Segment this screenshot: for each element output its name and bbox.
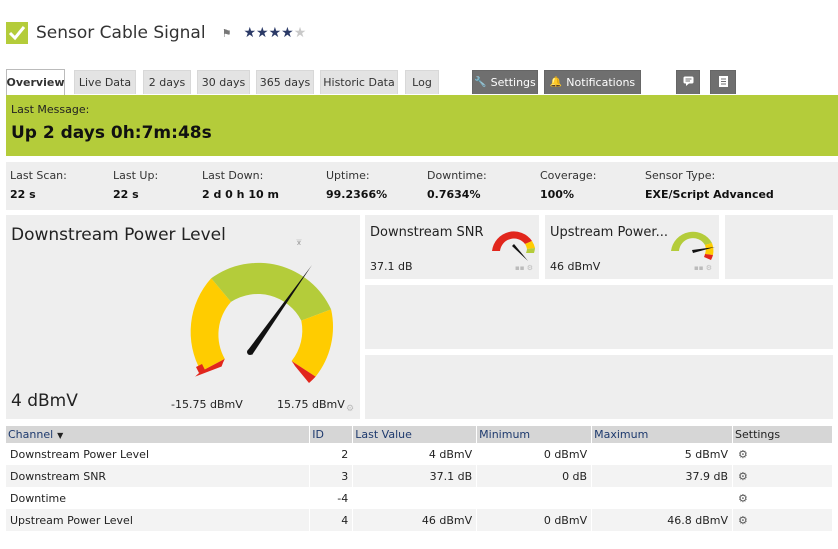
last-message-panel: Last Message: Up 2 days 0h:7m:48s (6, 95, 838, 156)
cell-channel[interactable]: Downtime (6, 487, 311, 509)
gauge-panel-downstream-snr[interactable]: Downstream SNR 37.1 dB ▪▪ ⚙ (365, 215, 539, 279)
stat-downtime: Downtime: 0.7634% (427, 169, 487, 201)
star-icon[interactable]: ★ (281, 25, 294, 41)
gauge-min-label: -15.75 dBmV (171, 398, 243, 411)
gauge-upstream-power: ▪▪ ⚙ (671, 231, 715, 272)
column-header-channel[interactable]: Channel ▼ (6, 426, 311, 443)
channel-settings-icon[interactable]: ⚙ (732, 465, 833, 487)
cell-id: 2 (309, 443, 354, 465)
cell-id: 3 (309, 465, 354, 487)
history-button[interactable] (710, 70, 736, 94)
stat-last-up: Last Up: 22 s (113, 169, 159, 201)
gauge-panel-empty (365, 285, 833, 349)
cell-channel[interactable]: Downstream Power Level (6, 443, 311, 465)
table-header-row: Channel ▼ ID Last Value Minimum Maximum S… (6, 426, 833, 443)
column-header-settings: Settings (732, 426, 833, 443)
star-icon[interactable]: ★ (256, 25, 269, 41)
cell-minimum: 0 dB (476, 465, 593, 487)
cell-channel[interactable]: Downstream SNR (6, 465, 311, 487)
page-title: Sensor Cable Signal (36, 23, 206, 43)
column-header-last-value[interactable]: Last Value (352, 426, 478, 443)
stat-coverage: Coverage: 100% (540, 169, 597, 201)
gauge-max-label: 15.75 dBmV (277, 398, 345, 411)
last-message-label: Last Message: (11, 103, 90, 116)
tab-log[interactable]: Log (405, 70, 439, 94)
gauge-value: 37.1 dB (370, 260, 413, 273)
cell-last-value: 37.1 dB (352, 465, 478, 487)
svg-text:▪▪ ⚙: ▪▪ ⚙ (694, 264, 712, 272)
cell-id: -4 (309, 487, 354, 509)
tab-30-days[interactable]: 30 days (197, 70, 250, 94)
stat-last-down: Last Down: 2 d 0 h 10 m (202, 169, 279, 201)
gauge-title: Upstream Power... (550, 225, 668, 240)
column-header-id[interactable]: ID (309, 426, 354, 443)
gauge-title: Downstream SNR (370, 225, 484, 240)
comment-icon (683, 76, 694, 89)
table-row: Downstream SNR 3 37.1 dB 0 dB 37.9 dB ⚙ (6, 465, 833, 487)
cell-maximum: 5 dBmV (591, 443, 733, 465)
cell-last-value (352, 487, 478, 509)
gauge-downstream-power: x (190, 239, 334, 383)
gauge-value: 46 dBmV (550, 260, 601, 273)
wrench-icon: 🔧 (474, 77, 487, 88)
table-row: Upstream Power Level 4 46 dBmV 0 dBmV 46… (6, 509, 833, 531)
tab-notifications[interactable]: 🔔 Notifications (544, 70, 641, 94)
star-icon[interactable]: ★ (243, 25, 256, 41)
sort-down-icon: ▼ (57, 431, 64, 440)
check-icon (6, 22, 28, 44)
channel-settings-icon[interactable]: ⚙ (732, 509, 833, 531)
tab-bar: Overview Live Data 2 days 30 days 365 da… (6, 69, 838, 95)
star-icon[interactable]: ★ (294, 25, 307, 41)
flag-icon[interactable]: ⚑ (222, 27, 232, 40)
tab-overview[interactable]: Overview (6, 69, 65, 95)
gauge-panel-downstream-power[interactable]: Downstream Power Level x 4 dBmV -15.75 d… (6, 215, 360, 419)
comments-button[interactable] (676, 70, 700, 94)
cell-id: 4 (309, 509, 354, 531)
cell-last-value: 4 dBmV (352, 443, 478, 465)
channel-settings-icon[interactable]: ⚙ (732, 443, 833, 465)
gauge-value: 4 dBmV (11, 391, 78, 411)
cell-maximum: 37.9 dB (591, 465, 733, 487)
gauge-settings-icon[interactable]: ⚙ (346, 404, 354, 414)
tab-2-days[interactable]: 2 days (143, 70, 191, 94)
gauge-downstream-snr: ▪▪ ⚙ (492, 231, 535, 272)
list-icon (718, 75, 728, 90)
column-header-minimum[interactable]: Minimum (476, 426, 593, 443)
stat-uptime: Uptime: 99.2366% (326, 169, 388, 201)
channel-settings-icon[interactable]: ⚙ (732, 487, 833, 509)
tab-historic-data[interactable]: Historic Data (320, 70, 398, 94)
table-row: Downtime -4 ⚙ (6, 487, 833, 509)
svg-text:▪▪ ⚙: ▪▪ ⚙ (515, 264, 533, 272)
cell-minimum: 0 dBmV (476, 443, 593, 465)
sensor-stats: Last Scan: 22 s Last Up: 22 s Last Down: 2 … (6, 162, 838, 210)
cell-last-value: 46 dBmV (352, 509, 478, 531)
priority-rating[interactable]: ★★★★★ (243, 25, 306, 41)
last-message-value: Up 2 days 0h:7m:48s (11, 123, 212, 143)
gauge-panel-upstream-power[interactable]: Upstream Power... 46 dBmV ▪▪ ⚙ (545, 215, 719, 279)
tab-live-data[interactable]: Live Data (74, 70, 136, 94)
sensor-header: Sensor Cable Signal ⚑ ★★★★★ (6, 20, 306, 46)
cell-channel[interactable]: Upstream Power Level (6, 509, 311, 531)
stat-sensor-type: Sensor Type: EXE/Script Advanced (645, 169, 774, 201)
bell-icon: 🔔 (549, 77, 563, 88)
column-header-maximum[interactable]: Maximum (591, 426, 733, 443)
gauge-panel-empty (725, 215, 833, 279)
cell-minimum: 0 dBmV (476, 509, 593, 531)
cell-minimum (476, 487, 593, 509)
gauge-panel-empty (365, 355, 833, 419)
cell-maximum: 46.8 dBmV (591, 509, 733, 531)
stat-last-scan: Last Scan: 22 s (10, 169, 67, 201)
svg-text:x: x (297, 239, 301, 247)
star-icon[interactable]: ★ (269, 25, 282, 41)
cell-maximum (591, 487, 733, 509)
channel-table: Channel ▼ ID Last Value Minimum Maximum S… (6, 426, 833, 531)
tab-settings[interactable]: 🔧 Settings (472, 70, 538, 94)
table-row: Downstream Power Level 2 4 dBmV 0 dBmV 5… (6, 443, 833, 465)
tab-365-days[interactable]: 365 days (256, 70, 314, 94)
